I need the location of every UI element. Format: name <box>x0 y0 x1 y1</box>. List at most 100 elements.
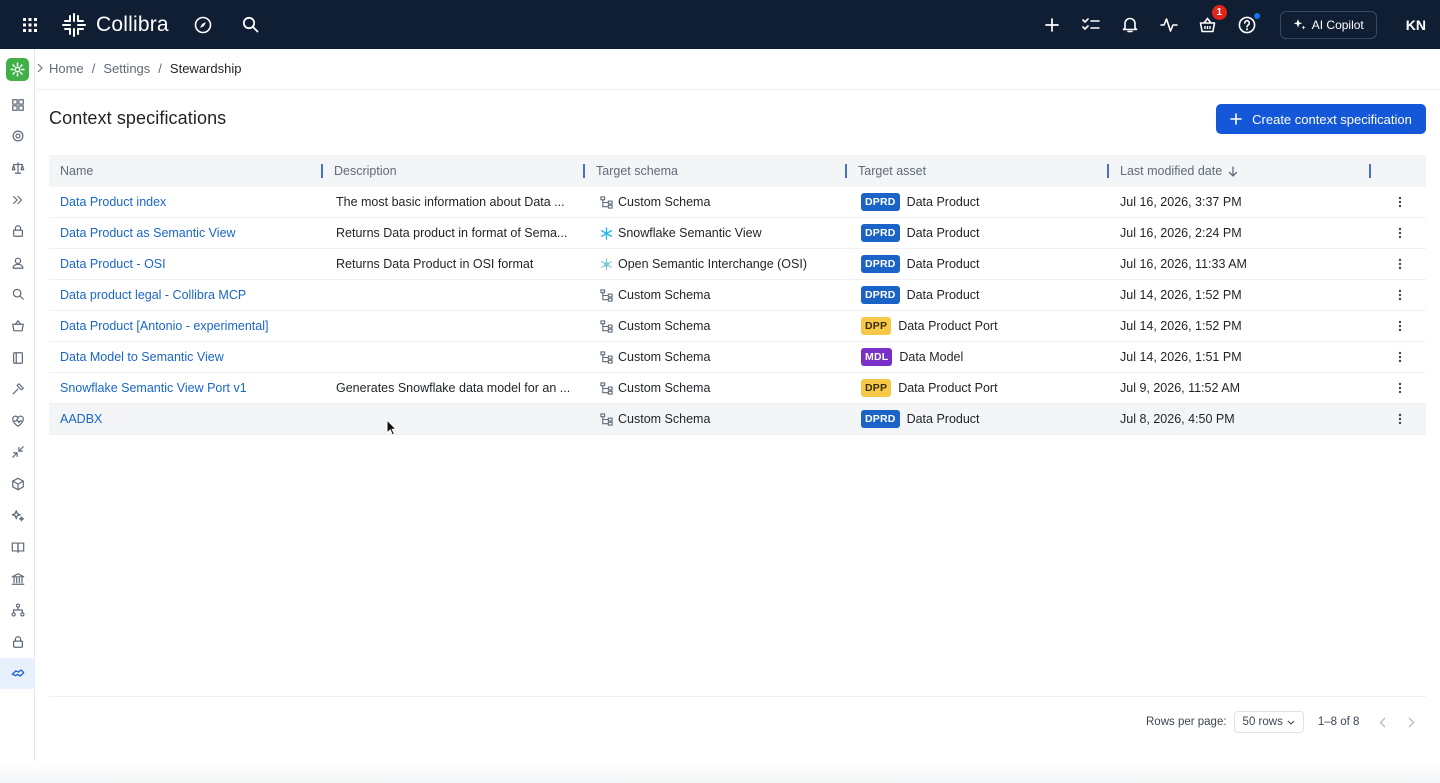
target-asset-cell: DPRD Data Product <box>847 187 1109 218</box>
row-actions-menu-icon[interactable] <box>1371 280 1426 311</box>
row-actions-menu-icon[interactable] <box>1371 311 1426 342</box>
table-row[interactable]: Data Product [Antonio - experimental] Cus… <box>49 311 1426 342</box>
rail-item-settings[interactable] <box>0 121 35 153</box>
spec-description-cell: Returns Data Product in OSI format <box>336 257 534 271</box>
task-list-icon[interactable] <box>1079 13 1103 37</box>
target-asset-cell: DPP Data Product Port <box>847 373 1109 404</box>
rail-item-open-book[interactable] <box>0 531 35 563</box>
row-actions-menu-icon[interactable] <box>1371 373 1426 404</box>
rail-item-hierarchy[interactable] <box>0 595 35 627</box>
snowflake-icon <box>600 226 613 240</box>
target-asset-cell: DPRD Data Product <box>847 280 1109 311</box>
bank-icon <box>11 572 24 585</box>
rail-item-handshake[interactable] <box>0 657 35 690</box>
rail-item-search[interactable] <box>0 279 35 311</box>
target-asset-label: Data Product <box>906 226 980 240</box>
lock-icon <box>12 225 23 238</box>
rail-item-basket[interactable] <box>0 310 35 342</box>
asset-type-tag: DPP <box>861 317 892 335</box>
column-header-target-schema[interactable]: Target schema <box>585 155 847 187</box>
breadcrumb-divider <box>36 89 1440 90</box>
rail-item-bank[interactable] <box>0 563 35 595</box>
spec-name-link[interactable]: Data Product as Semantic View <box>60 226 236 240</box>
target-schema-cell: Open Semantic Interchange (OSI) <box>585 249 847 280</box>
target-schema-cell: Custom Schema <box>585 342 847 373</box>
schema-icon <box>600 195 613 209</box>
spec-name-link[interactable]: Snowflake Semantic View Port v1 <box>60 381 247 395</box>
rail-item-lock[interactable] <box>0 215 35 247</box>
rail-item-book[interactable] <box>0 342 35 374</box>
table-row[interactable]: Data Model to Semantic View Custom Schema… <box>49 342 1426 373</box>
collibra-logo[interactable]: Collibra <box>60 11 169 39</box>
last-modified-cell: Jul 16, 2026, 11:33 AM <box>1120 257 1247 271</box>
next-page-chevron-icon[interactable] <box>1408 717 1415 728</box>
activity-icon[interactable] <box>1157 13 1181 37</box>
rail-item-gavel[interactable] <box>0 373 35 405</box>
basket-button[interactable]: 1 <box>1196 4 1227 37</box>
rail-item-dashboard[interactable] <box>0 89 35 121</box>
table-row[interactable]: Data Product as Semantic View Returns Dat… <box>49 218 1426 249</box>
row-actions-menu-icon[interactable] <box>1371 249 1426 280</box>
column-header-target-asset[interactable]: Target asset <box>847 155 1109 187</box>
row-actions-menu-icon[interactable] <box>1371 218 1426 249</box>
row-actions-menu-icon[interactable] <box>1371 342 1426 373</box>
asset-type-tag: MDL <box>861 348 893 366</box>
top-navigation-bar: Collibra 1 AI Copilot KN <box>0 0 1440 49</box>
compass-icon[interactable] <box>191 13 215 37</box>
spec-name-link[interactable]: AADBX <box>60 412 102 426</box>
spec-name-link[interactable]: Data Model to Semantic View <box>60 350 224 364</box>
table-row[interactable]: Data product legal - Collibra MCP Custom … <box>49 280 1426 311</box>
breadcrumb-settings[interactable]: Settings <box>103 61 150 76</box>
bell-icon[interactable] <box>1118 13 1142 37</box>
spec-name-link[interactable]: Data Product [Antonio - experimental] <box>60 319 268 333</box>
user-avatar[interactable]: KN <box>1406 17 1426 33</box>
open-book-icon <box>11 542 24 553</box>
add-icon[interactable] <box>1040 13 1064 37</box>
rail-item-user[interactable] <box>0 247 35 279</box>
osi-icon <box>601 257 612 271</box>
create-context-specification-button[interactable]: Create context specification <box>1216 104 1426 134</box>
table-row[interactable]: Data Product - OSI Returns Data Product i… <box>49 249 1426 280</box>
spec-description-cell <box>323 311 585 342</box>
previous-page-chevron-icon[interactable] <box>1379 717 1386 728</box>
rail-item-lock[interactable] <box>0 626 35 658</box>
rail-item-chevrons-right[interactable] <box>0 184 35 216</box>
target-schema-cell: Custom Schema <box>585 373 847 404</box>
search-icon[interactable] <box>239 13 263 37</box>
rail-item-cube[interactable] <box>0 468 35 500</box>
gavel-icon <box>12 383 24 395</box>
spec-name-link[interactable]: Data Product index <box>60 195 166 209</box>
help-icon[interactable] <box>1235 12 1260 37</box>
target-schema-label: Custom Schema <box>618 319 711 333</box>
column-header-name[interactable]: Name <box>49 155 323 187</box>
column-header-last-modified[interactable]: Last modified date <box>1109 155 1371 187</box>
rail-item-compress[interactable] <box>0 437 35 469</box>
spec-name-cell: Snowflake Semantic View Port v1 <box>49 373 323 404</box>
table-row[interactable]: AADBX Custom Schema DPRD Data Product Jul 8,… <box>49 404 1426 435</box>
table-row[interactable]: Snowflake Semantic View Port v1 Generates… <box>49 373 1426 404</box>
rows-per-page-select[interactable]: 50 rows <box>1233 711 1304 733</box>
apps-grid-icon[interactable] <box>0 17 60 33</box>
ai-copilot-button[interactable]: AI Copilot <box>1279 10 1377 39</box>
row-actions-menu-icon[interactable] <box>1371 187 1426 218</box>
settings-app-icon[interactable] <box>6 57 29 81</box>
breadcrumb-home[interactable]: Home <box>49 61 84 76</box>
table-row[interactable]: Data Product index The most basic informa… <box>49 187 1426 218</box>
target-schema-label: Custom Schema <box>618 195 711 209</box>
rail-item-heart-pulse[interactable] <box>0 405 35 437</box>
column-header-description[interactable]: Description <box>323 155 585 187</box>
compress-icon <box>11 446 24 459</box>
schema-icon <box>600 381 613 395</box>
spec-name-link[interactable]: Data Product - OSI <box>60 257 166 271</box>
rail-item-sparkles[interactable] <box>0 500 35 532</box>
target-asset-label: Data Product Port <box>898 319 998 333</box>
last-modified-cell: Jul 9, 2026, 11:52 AM <box>1120 381 1240 395</box>
user-icon <box>12 257 23 269</box>
target-asset-cell: DPRD Data Product <box>847 404 1109 435</box>
rail-expand-chevron-icon[interactable] <box>37 61 43 76</box>
target-asset-cell: DPP Data Product Port <box>847 311 1109 342</box>
spec-name-link[interactable]: Data product legal - Collibra MCP <box>60 288 246 302</box>
row-actions-menu-icon[interactable] <box>1371 404 1426 435</box>
rail-item-scales[interactable] <box>0 152 35 184</box>
asset-type-tag: DPRD <box>861 410 900 428</box>
